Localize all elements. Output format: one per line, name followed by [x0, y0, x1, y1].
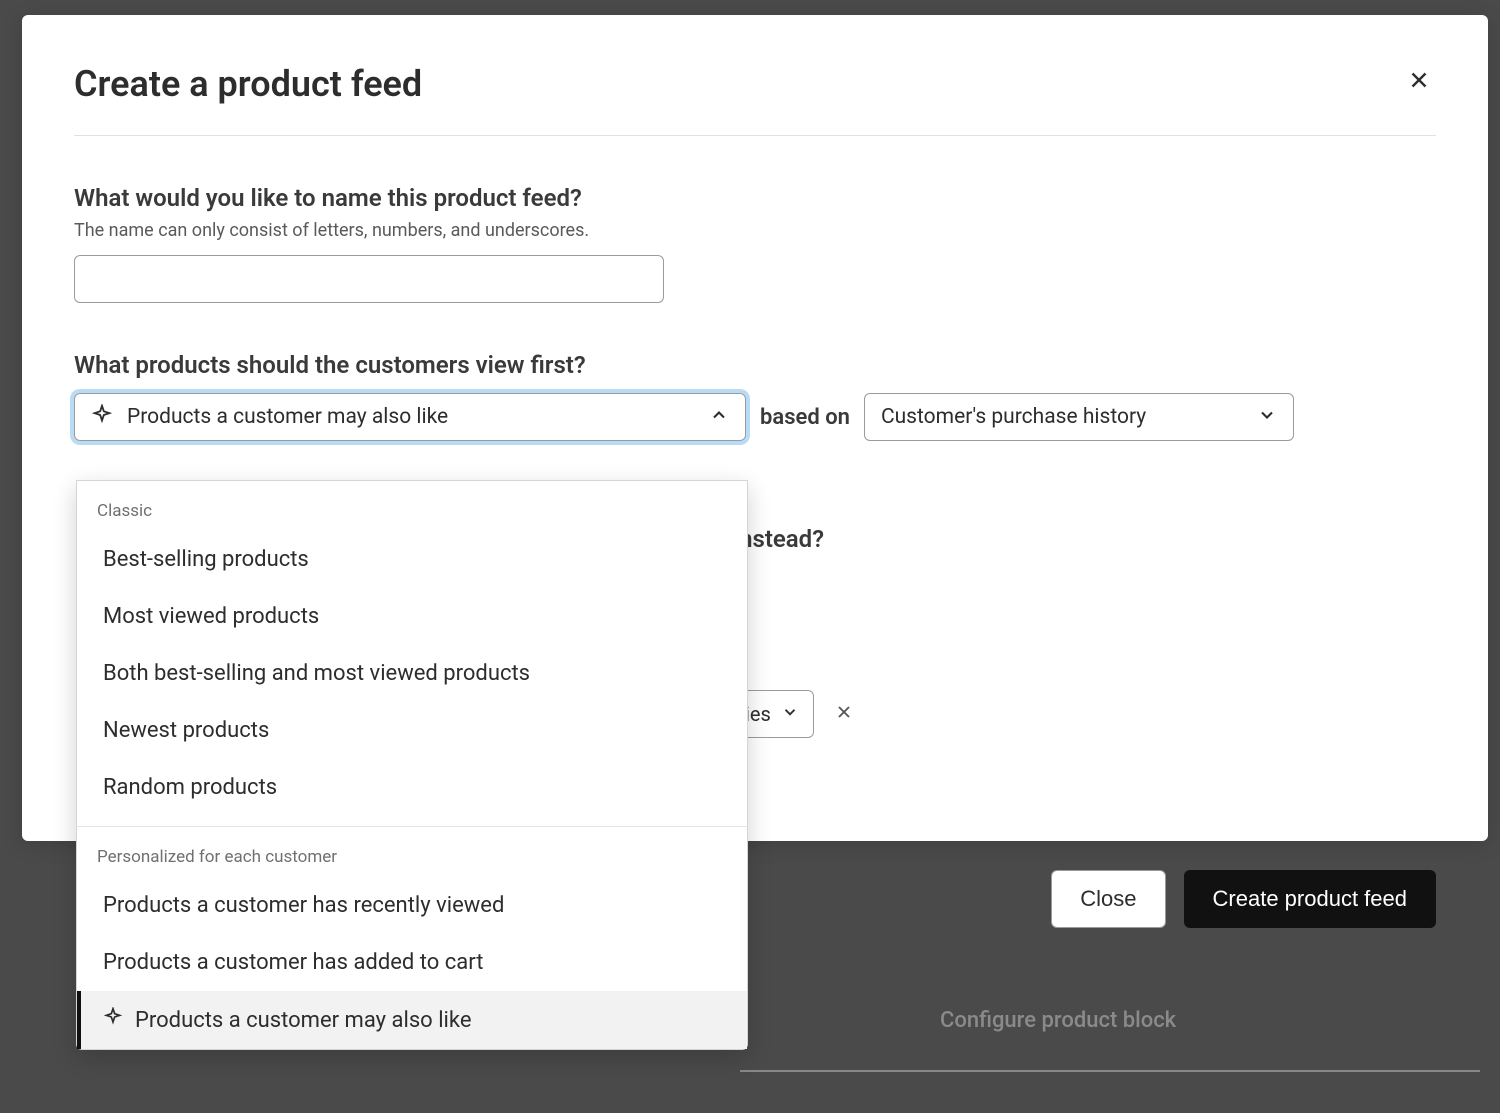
option-both[interactable]: Both best-selling and most viewed produc… — [77, 645, 747, 702]
close-icon[interactable] — [1402, 63, 1436, 101]
product-type-value: Products a customer may also like — [127, 405, 695, 429]
chevron-up-icon — [709, 405, 729, 429]
name-section: What would you like to name this product… — [74, 184, 1436, 303]
option-best-selling[interactable]: Best-selling products — [77, 531, 747, 588]
option-may-also-like[interactable]: Products a customer may also like — [77, 991, 747, 1049]
close-button[interactable]: Close — [1051, 870, 1165, 928]
sparkle-icon — [91, 404, 113, 430]
modal-footer: Close Create product feed — [1051, 870, 1436, 928]
name-helper-text: The name can only consist of letters, nu… — [74, 220, 1436, 241]
chevron-down-icon — [1257, 405, 1277, 429]
remove-filter-icon[interactable] — [834, 702, 854, 726]
background-configure-label: Configure product block — [940, 1008, 1176, 1033]
background-divider — [740, 1070, 1480, 1072]
chevron-down-icon — [781, 702, 799, 726]
option-newest[interactable]: Newest products — [77, 702, 747, 759]
option-random[interactable]: Random products — [77, 759, 747, 816]
based-on-dropdown[interactable]: Customer's purchase history — [864, 393, 1294, 441]
products-question-label: What products should the customers view … — [74, 351, 1436, 379]
option-recently-viewed[interactable]: Products a customer has recently viewed — [77, 877, 747, 934]
dropdown-group-personalized: Personalized for each customer — [77, 827, 747, 877]
dropdown-group-classic: Classic — [77, 481, 747, 531]
feed-name-input[interactable] — [74, 255, 664, 303]
modal-header: Create a product feed — [74, 63, 1436, 136]
based-on-value: Customer's purchase history — [881, 405, 1243, 429]
name-question-label: What would you like to name this product… — [74, 184, 1436, 212]
create-product-feed-button[interactable]: Create product feed — [1184, 870, 1436, 928]
option-may-also-like-label: Products a customer may also like — [135, 1008, 472, 1033]
products-section: What products should the customers view … — [74, 351, 1436, 441]
option-most-viewed[interactable]: Most viewed products — [77, 588, 747, 645]
product-type-listbox: Classic Best-selling products Most viewe… — [76, 480, 748, 1050]
modal-title: Create a product feed — [74, 63, 422, 105]
sparkle-icon — [103, 1007, 123, 1033]
option-added-to-cart[interactable]: Products a customer has added to cart — [77, 934, 747, 991]
based-on-label: based on — [760, 405, 850, 430]
product-type-dropdown[interactable]: Products a customer may also like — [74, 393, 746, 441]
